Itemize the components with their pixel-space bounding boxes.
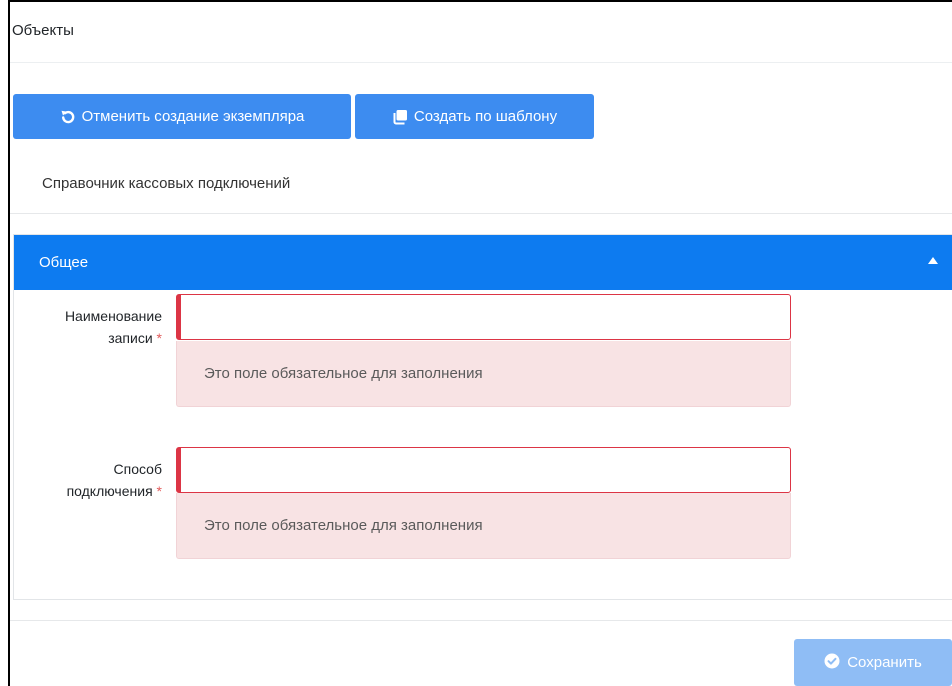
save-label: Сохранить [847, 654, 922, 671]
window-frame-top [8, 0, 952, 2]
reference-title: Справочник кассовых подключений [42, 175, 291, 192]
cancel-creation-label: Отменить создание экземпляра [81, 108, 305, 125]
undo-icon [60, 109, 76, 125]
copy-icon [392, 109, 408, 125]
divider [10, 62, 952, 63]
page-title: Объекты [12, 22, 74, 39]
connection-method-input[interactable] [176, 447, 791, 493]
divider [10, 620, 952, 621]
required-asterisk: * [156, 483, 162, 499]
check-circle-icon [824, 653, 840, 673]
panel-header-general[interactable]: Общее [14, 235, 952, 290]
field-label-connection-method: Способ подключения * [20, 458, 162, 502]
window-frame-left [8, 0, 10, 686]
save-button[interactable]: Сохранить [794, 639, 952, 686]
panel-title: Общее [39, 254, 89, 271]
validation-error-record-name: Это поле обязательное для заполнения [176, 341, 791, 407]
validation-error-connection-method: Это поле обязательное для заполнения [176, 493, 791, 559]
field-label-line: записи [108, 330, 153, 346]
field-label-line: Способ [113, 461, 162, 477]
caret-up-icon[interactable] [928, 257, 938, 264]
field-label-record-name: Наименование записи * [20, 305, 162, 349]
divider [10, 213, 952, 214]
record-name-input[interactable] [176, 294, 791, 340]
field-label-line: подключения [66, 483, 153, 499]
field-label-line: Наименование [64, 308, 162, 324]
cancel-creation-button[interactable]: Отменить создание экземпляра [13, 94, 351, 139]
required-asterisk: * [156, 330, 162, 346]
create-from-template-button[interactable]: Создать по шаблону [355, 94, 594, 139]
create-from-template-label: Создать по шаблону [413, 108, 558, 125]
